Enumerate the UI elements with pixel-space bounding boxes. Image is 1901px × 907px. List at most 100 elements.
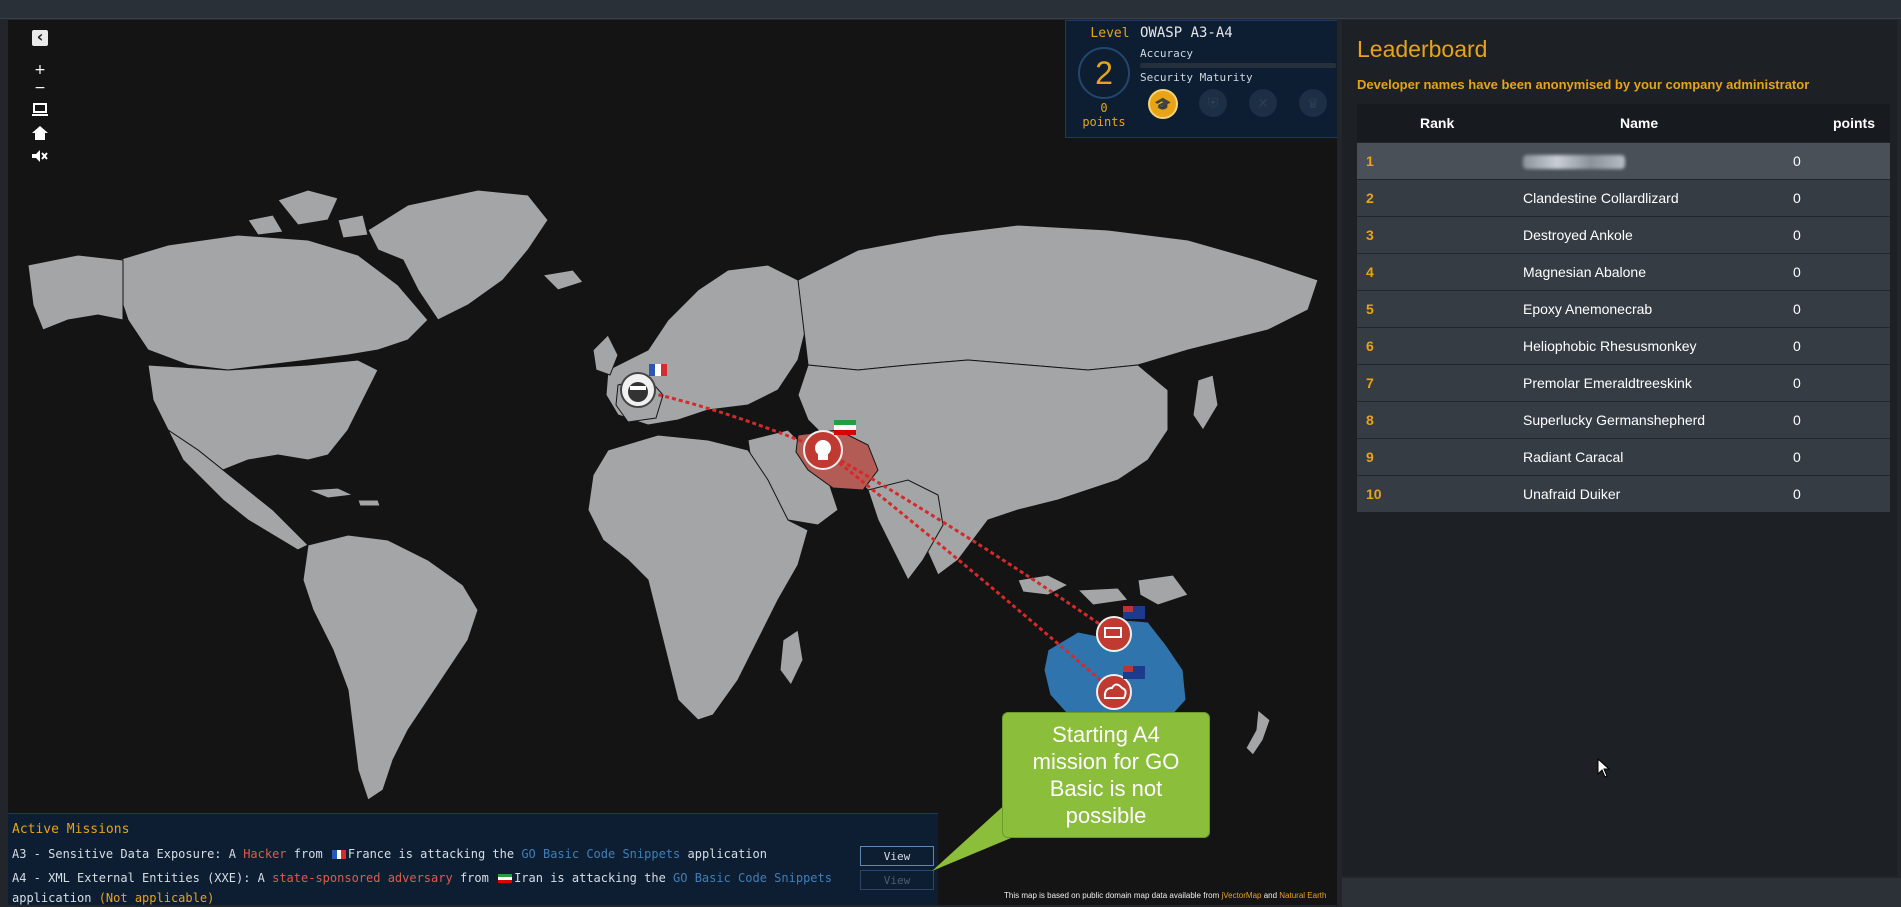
notification-callout: Starting A4 mission for GO Basic is not … <box>1002 712 1210 838</box>
cloud-target-marker[interactable] <box>1096 674 1132 710</box>
zoom-out-button[interactable]: − <box>32 80 48 96</box>
mission-row-a3: A3 - Sensitive Data Exposure: A Hacker f… <box>12 847 767 861</box>
points-cell: 0 <box>1793 449 1801 465</box>
map-country-iceland[interactable] <box>541 269 584 291</box>
leaderboard-subtitle: Developer names have been anonymised by … <box>1357 77 1810 92</box>
column-header-name[interactable]: Name <box>1620 115 1658 131</box>
rank-cell: 2 <box>1366 190 1374 206</box>
france-flag-icon <box>331 850 346 859</box>
points-cell: 0 <box>1793 338 1801 354</box>
mission-app-link[interactable]: GO Basic Code Snippets <box>673 871 832 885</box>
callout-text: Starting A4 mission for GO Basic is not … <box>1032 722 1180 828</box>
name-cell: Superlucky Germanshepherd <box>1523 412 1706 428</box>
map-country-madagascar[interactable] <box>779 629 804 686</box>
rank-cell: 10 <box>1366 486 1382 502</box>
iran-flag-icon <box>834 420 856 435</box>
mute-icon[interactable] <box>32 150 48 162</box>
map-country-indonesia[interactable] <box>1017 574 1189 606</box>
rank-cell: 7 <box>1366 375 1374 391</box>
australia-flag-icon <box>1123 606 1145 619</box>
top-bar <box>0 0 1901 19</box>
iran-flag-icon <box>498 874 513 883</box>
table-row[interactable]: 8 Superlucky Germanshepherd 0 <box>1357 401 1890 438</box>
mouse-cursor-icon <box>1597 758 1611 778</box>
map-country-south-america[interactable] <box>302 534 479 801</box>
active-missions-panel: Active Missions A3 - Sensitive Data Expo… <box>8 813 938 905</box>
view-mission-a4-button[interactable]: View <box>860 870 934 890</box>
name-cell: Premolar Emeraldtreeskink <box>1523 375 1692 391</box>
table-row[interactable]: 9 Radiant Caracal 0 <box>1357 438 1890 475</box>
natural-earth-link[interactable]: Natural Earth <box>1279 891 1326 900</box>
table-row[interactable]: 10 Unafraid Duiker 0 <box>1357 475 1890 512</box>
mission-middle: is attacking the <box>391 847 522 861</box>
map-country-new-zealand[interactable] <box>1245 709 1271 756</box>
rank-cell: 4 <box>1366 264 1374 280</box>
table-row[interactable]: 7 Premolar Emeraldtreeskink 0 <box>1357 364 1890 401</box>
view-mission-a3-button[interactable]: View <box>860 846 934 866</box>
name-cell: Epoxy Anemonecrab <box>1523 301 1653 317</box>
home-icon[interactable] <box>32 126 48 140</box>
mission-prefix: A4 - XML External Entities (XXE): A <box>12 871 273 885</box>
mission-suffix: application <box>680 847 767 861</box>
accuracy-bar <box>1140 63 1336 68</box>
table-row[interactable]: 1 0 <box>1357 142 1890 179</box>
level-panel: Level 2 0 points OWASP A3-A4 Accuracy Se… <box>1065 20 1337 138</box>
points-display: 0 points <box>1074 101 1134 129</box>
laptop-icon[interactable] <box>32 103 48 117</box>
map-country-russia[interactable] <box>797 224 1319 371</box>
mission-app-link[interactable]: GO Basic Code Snippets <box>521 847 680 861</box>
shop-target-marker[interactable] <box>1096 616 1132 652</box>
points-cell: 0 <box>1793 412 1801 428</box>
map-country-alaska[interactable] <box>27 254 124 331</box>
adversary-marker[interactable] <box>803 430 843 470</box>
leaderboard-title: Leaderboard <box>1357 36 1488 62</box>
name-cell: Destroyed Ankole <box>1523 227 1633 243</box>
leaderboard-table: Rank Name points 1 0 2 Clandestine Colla… <box>1357 104 1890 512</box>
map-country-canada[interactable] <box>117 234 429 371</box>
column-header-rank[interactable]: Rank <box>1420 115 1454 131</box>
mission-title: OWASP A3-A4 <box>1140 25 1233 41</box>
jvectormap-link[interactable]: jVectorMap <box>1221 891 1261 900</box>
name-cell: Unafraid Duiker <box>1523 486 1621 502</box>
leaderboard-header: Rank Name points <box>1357 104 1890 142</box>
mission-row-a4: A4 - XML External Entities (XXE): A stat… <box>12 871 832 885</box>
swords-badge-icon[interactable]: ✕ <box>1249 89 1277 117</box>
mission-from: from <box>452 871 497 885</box>
mission-middle: is attacking the <box>542 871 674 885</box>
map-country-japan[interactable] <box>1192 374 1219 431</box>
table-row[interactable]: 4 Magnesian Abalone 0 <box>1357 253 1890 290</box>
shield-badge-icon[interactable]: ⛨ <box>1199 89 1227 117</box>
australia-flag-icon-2 <box>1123 666 1145 679</box>
map-caribbean[interactable] <box>307 487 381 507</box>
table-row[interactable]: 2 Clandestine Collardlizard 0 <box>1357 179 1890 216</box>
attribution-text: This map is based on public domain map d… <box>1004 891 1222 900</box>
mission-from: from <box>286 847 330 861</box>
points-label: points <box>1082 115 1126 129</box>
trophy-badge-icon[interactable]: ♛ <box>1299 89 1327 117</box>
rank-cell: 3 <box>1366 227 1374 243</box>
points-cell: 0 <box>1793 227 1801 243</box>
name-cell: Heliophobic Rhesusmonkey <box>1523 338 1697 354</box>
mission-attacker: state-sponsored adversary <box>272 871 453 885</box>
table-row[interactable]: 5 Epoxy Anemonecrab 0 <box>1357 290 1890 327</box>
name-cell: Magnesian Abalone <box>1523 264 1646 280</box>
rank-cell: 8 <box>1366 412 1374 428</box>
graduation-cap-badge-icon[interactable]: 🎓 <box>1148 89 1178 119</box>
map-attribution: This map is based on public domain map d… <box>1004 891 1326 900</box>
collapse-button[interactable]: ‹ <box>32 29 48 46</box>
table-row[interactable]: 6 Heliophobic Rhesusmonkey 0 <box>1357 327 1890 364</box>
table-row[interactable]: 3 Destroyed Ankole 0 <box>1357 216 1890 253</box>
points-cell: 0 <box>1793 486 1801 502</box>
map-arctic-islands[interactable] <box>247 189 369 239</box>
world-map[interactable] <box>8 20 1337 815</box>
points-cell: 0 <box>1793 190 1801 206</box>
hacker-marker[interactable] <box>620 372 656 408</box>
points-cell: 0 <box>1793 153 1801 169</box>
france-flag-icon <box>649 364 667 376</box>
column-header-points[interactable]: points <box>1833 115 1875 131</box>
accuracy-label: Accuracy <box>1140 47 1193 60</box>
mission-row-a4-continued: application (Not applicable) <box>12 891 214 905</box>
zoom-in-button[interactable]: + <box>32 62 48 78</box>
leaderboard-panel: Leaderboard Developer names have been an… <box>1342 20 1897 876</box>
rank-cell: 5 <box>1366 301 1374 317</box>
